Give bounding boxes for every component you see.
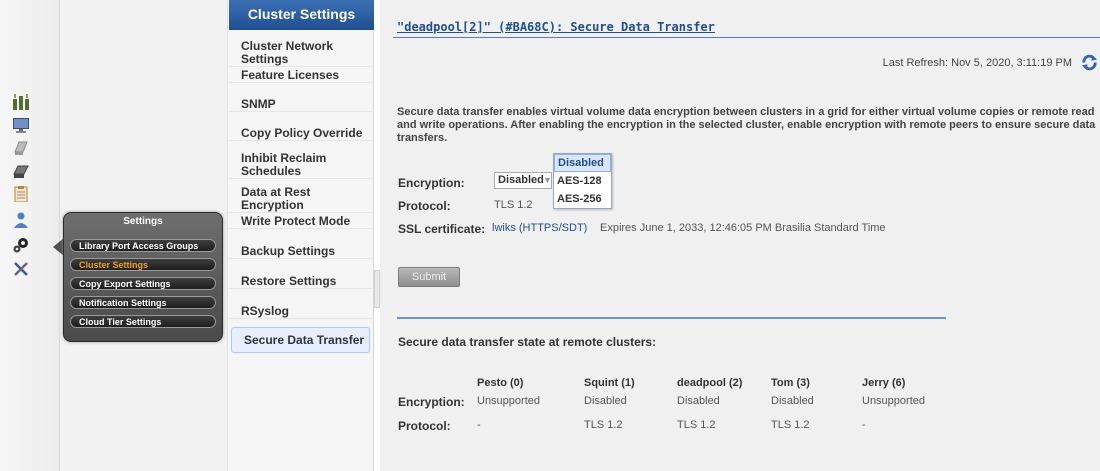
popup-item-library-port-access-groups[interactable]: Library Port Access Groups [70, 239, 216, 252]
popup-item-notification-settings[interactable]: Notification Settings [70, 296, 216, 309]
encryption-label: Encryption: [398, 176, 465, 190]
last-refresh-value: Nov 5, 2020, 3:11:19 PM [951, 57, 1072, 69]
popup-item-copy-export-settings[interactable]: Copy Export Settings [70, 277, 216, 290]
encryption-option-aes-256[interactable]: AES-256 [554, 191, 611, 207]
table-cell: - [477, 419, 481, 431]
popup-title: Settings [123, 216, 163, 227]
settings-popup: Settings Library Port Access Groups Clus… [63, 212, 223, 342]
popup-item-cluster-settings[interactable]: Cluster Settings [70, 258, 216, 271]
sidebar-item-write-protect-mode[interactable]: Write Protect Mode [229, 215, 374, 229]
tools-icon[interactable] [13, 261, 29, 277]
left-nav-icons [0, 0, 60, 471]
clipboard-icon[interactable] [13, 186, 29, 202]
sidebar-item-copy-policy-override[interactable]: Copy Policy Override [229, 127, 374, 141]
settings-gears-icon[interactable] [13, 237, 29, 253]
sidebar-item-snmp[interactable]: SNMP [229, 98, 374, 112]
remote-section-title: Secure data transfer state at remote clu… [398, 335, 657, 349]
table-cell: Unsupported [477, 395, 540, 407]
sidebar-header: Cluster Settings [229, 0, 374, 30]
refresh-icon[interactable] [1081, 54, 1098, 71]
ssl-certificate-label: SSL certificate: [398, 222, 486, 236]
last-refresh-label: Last Refresh: [882, 57, 949, 69]
encryption-dropdown: Disabled AES-128 AES-256 [553, 153, 612, 209]
disk-icon[interactable] [13, 140, 29, 156]
table-cell: Unsupported [862, 395, 925, 407]
column-header-tom: Tom (3) [771, 377, 810, 389]
table-cell: TLS 1.2 [677, 419, 716, 431]
column-header-squint: Squint (1) [584, 377, 635, 389]
tape-drive-icon[interactable] [13, 163, 29, 179]
chevron-down-icon[interactable]: ▼ [543, 175, 552, 185]
sidebar-item-cluster-network-settings[interactable]: Cluster Network Settings [229, 40, 374, 67]
table-cell: Disabled [584, 395, 627, 407]
sidebar-item-feature-licenses[interactable]: Feature Licenses [229, 69, 374, 83]
table-cell: TLS 1.2 [584, 419, 623, 431]
monitor-icon[interactable] [13, 117, 29, 133]
sidebar-item-restore-settings[interactable]: Restore Settings [229, 275, 374, 289]
column-header-jerry: Jerry (6) [862, 377, 906, 389]
ssl-certificate-link[interactable]: lwiks (HTTPS/SDT) [492, 222, 587, 234]
encryption-option-disabled[interactable]: Disabled [554, 154, 611, 172]
sidebar-item-secure-data-transfer[interactable]: Secure Data Transfer [231, 327, 370, 353]
protocol-label: Protocol: [398, 199, 451, 213]
ssl-expires-text: Expires June 1, 2033, 12:46:05 PM Brasil… [600, 222, 886, 234]
table-cell: Disabled [677, 395, 720, 407]
submit-button[interactable]: Submit [398, 267, 460, 287]
sidebar-item-inhibit-reclaim-schedules[interactable]: Inhibit Reclaim Schedules [229, 152, 374, 179]
column-header-pesto: Pesto (0) [477, 377, 524, 389]
table-cell: Disabled [771, 395, 814, 407]
sidebar-item-rsyslog[interactable]: RSyslog [229, 305, 374, 319]
table-cell: - [862, 419, 866, 431]
popup-item-cloud-tier-settings[interactable]: Cloud Tier Settings [70, 315, 216, 328]
remote-encryption-label: Encryption: [398, 395, 465, 409]
last-refresh: Last Refresh: Nov 5, 2020, 3:11:19 PM [883, 57, 1072, 69]
user-icon[interactable] [13, 212, 29, 228]
sidebar-item-data-at-rest-encryption[interactable]: Data at Rest Encryption [229, 186, 374, 213]
column-header-deadpool: deadpool (2) [677, 377, 743, 389]
encryption-option-aes-128[interactable]: AES-128 [554, 173, 611, 189]
description-text: Secure data transfer enables virtual vol… [397, 106, 1096, 144]
table-cell: TLS 1.2 [771, 419, 810, 431]
remote-protocol-label: Protocol: [398, 419, 451, 433]
sidebar-item-backup-settings[interactable]: Backup Settings [229, 245, 374, 259]
section-divider [397, 317, 946, 319]
page-title: "deadpool[2]" (#BA68C): Secure Data Tran… [397, 20, 715, 34]
protocol-value: TLS 1.2 [494, 199, 533, 211]
cluster-icon[interactable] [13, 94, 29, 110]
title-divider [393, 37, 1100, 38]
